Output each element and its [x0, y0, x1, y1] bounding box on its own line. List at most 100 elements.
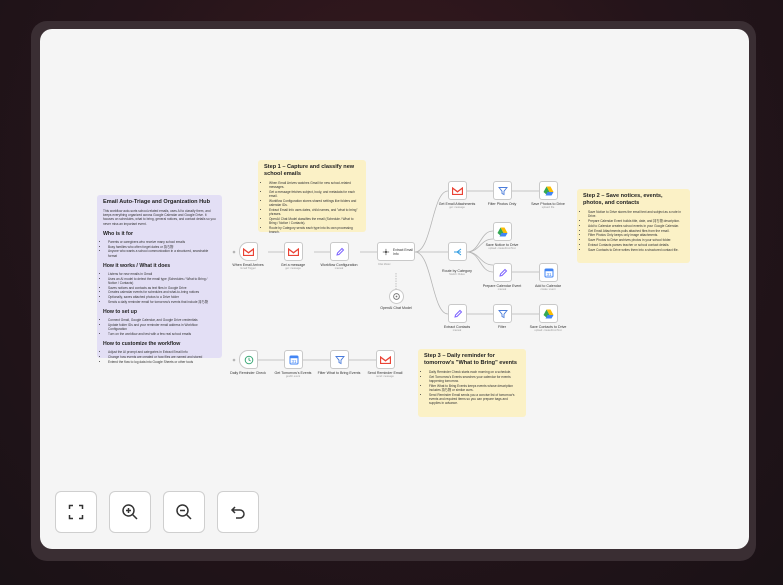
fit-view-button[interactable]: [55, 491, 97, 533]
list-item: Connect Gmail, Google Calendar, and Goog…: [108, 318, 216, 322]
list-item: OpenAI Chat Model classifies the email (…: [269, 217, 360, 225]
pencil-icon: [335, 247, 344, 256]
filter-icon: [497, 309, 508, 318]
label-extract-email-info: Extract Email Info: [392, 247, 413, 256]
label-save-notice-to-drive: Save Notice to Drive upload: createFromTe…: [485, 243, 519, 251]
label-route-by-category: Route by Category Switch: Rules: [442, 269, 472, 277]
pencil-icon: [453, 309, 462, 318]
list-item: Uses an AI model to detect the email typ…: [108, 277, 216, 285]
node-daily-reminder-check[interactable]: [239, 350, 258, 369]
list-item: Daily Reminder Check starts each morning…: [429, 370, 520, 374]
note-step2-title: Step 2 – Save notices, events, photos, a…: [583, 193, 663, 206]
note-how-title: How it works / What it does: [103, 262, 171, 269]
list-item: Send Reminder Email sends you a concise …: [429, 393, 520, 406]
label-filter: Filter: [498, 325, 506, 329]
openai-icon: [393, 293, 400, 300]
list-item: Get a message fetches subject, body, and…: [269, 190, 360, 198]
list-item: Save Contacts to Drive writes them into …: [588, 248, 684, 252]
label-get-email-attachments: Get Email Attachments get: message: [438, 202, 476, 210]
node-prepare-calendar-event[interactable]: [493, 263, 512, 282]
filter-icon: [334, 355, 345, 364]
note-setup-title: How to set up: [103, 309, 138, 316]
zoom-in-icon: [122, 504, 138, 520]
label-openai-chat-model: OpenAI Chat Model: [380, 306, 412, 310]
label-workflow-configuration: Workflow Configuration manual: [320, 263, 358, 271]
undo-icon: [230, 506, 245, 519]
list-item: Get Email Attachments pulls attached fil…: [588, 229, 684, 233]
node-openai-chat-model[interactable]: [389, 289, 404, 304]
label-prepare-calendar-event: Prepare Calendar Event manual: [482, 284, 522, 292]
label-filter-photos-only: Filter Photos Only: [487, 202, 517, 206]
node-when-email-arrives[interactable]: [239, 242, 258, 261]
list-item: Busy families who often forget dates or …: [108, 245, 216, 249]
list-item: Save Notice to Drive stores the email te…: [588, 210, 684, 218]
workflow-canvas[interactable]: Email Auto-Triage and Organization Hub T…: [40, 29, 749, 549]
label-save-contacts-to-drive: Save Contacts to Drive upload: createFrom…: [529, 325, 567, 333]
label-add-to-calendar: Add to Calendar create: event: [535, 284, 561, 292]
node-workflow-configuration[interactable]: [330, 242, 349, 261]
list-item: Turn on the workflow and test with a few…: [108, 332, 216, 336]
svg-text:31: 31: [546, 272, 552, 277]
list-item: Get Tomorrow's Events searches your cale…: [429, 375, 520, 383]
node-filter-what-to-bring[interactable]: [330, 350, 349, 369]
gmail-icon: [243, 247, 254, 256]
list-item: Filter Photos Only keeps only image atta…: [588, 233, 684, 237]
note-step3[interactable]: Step 3 – Daily reminder for tomorrow's "…: [418, 349, 526, 417]
note-step2[interactable]: Step 2 – Save notices, events, photos, a…: [577, 189, 690, 263]
label-filter-what-to-bring: Filter What to Bring Events: [317, 371, 361, 375]
label-extract-contacts: Extract Contacts manual: [443, 325, 471, 333]
node-filter-photos-only[interactable]: [493, 181, 512, 200]
note-step1[interactable]: Step 1 – Capture and classify new school…: [258, 160, 366, 234]
note-step3-title: Step 3 – Daily reminder for tomorrow's "…: [424, 353, 518, 366]
tag-chat-model: Chat Model: [378, 263, 391, 266]
filter-icon: [497, 186, 508, 195]
node-save-notice-to-drive[interactable]: [493, 222, 512, 241]
list-item: Update folder IDs and your reminder emai…: [108, 323, 216, 331]
pencil-icon: [498, 268, 507, 277]
list-item: Route by Category sends each type into i…: [269, 226, 360, 234]
label-get-tomorrows-events: Get Tomorrow's Events getAll: event: [274, 371, 312, 379]
list-item: Adjust the AI prompt and categories in E…: [108, 350, 216, 354]
list-item: Listens for new emails in Gmail: [108, 272, 216, 276]
node-get-tomorrows-events[interactable]: 31: [284, 350, 303, 369]
zoom-out-button[interactable]: [163, 491, 205, 533]
label-when-email-arrives: When Email Arrives Gmail Trigger: [232, 263, 264, 271]
node-extract-contacts[interactable]: [448, 304, 467, 323]
switch-icon: [453, 248, 461, 255]
list-item: Optionally, saves attached photos to a D…: [108, 295, 216, 299]
node-route-by-category[interactable]: [448, 242, 467, 261]
gmail-icon: [380, 355, 391, 364]
node-send-reminder-email[interactable]: [376, 350, 395, 369]
google-drive-icon: [497, 227, 508, 236]
google-drive-icon: [543, 186, 554, 195]
list-item: Prepare Calendar Event builds title, dat…: [588, 219, 684, 223]
note-intro[interactable]: Email Auto-Triage and Organization Hub T…: [97, 195, 222, 364]
note-step1-title: Step 1 – Capture and classify new school…: [264, 164, 355, 177]
node-filter[interactable]: [493, 304, 512, 323]
ai-agent-icon: [382, 248, 390, 255]
node-get-message[interactable]: [284, 242, 303, 261]
zoom-in-button[interactable]: [109, 491, 151, 533]
note-who-title: Who is it for: [103, 230, 133, 237]
gmail-icon: [288, 247, 299, 256]
list-item: Workflow Configuration stores shared set…: [269, 199, 360, 207]
node-get-email-attachments[interactable]: [448, 181, 467, 200]
undo-button[interactable]: [217, 491, 259, 533]
gmail-icon: [452, 186, 463, 195]
list-item: Extend the flow to log data into Google …: [108, 360, 216, 364]
list-item: Add to Calendar creates school events in…: [588, 224, 684, 228]
node-save-contacts-to-drive[interactable]: [539, 304, 558, 323]
svg-text:31: 31: [291, 359, 297, 364]
list-item: When Email Arrives watches Gmail for new…: [269, 181, 360, 189]
label-save-photos-to-drive: Save Photos to Drive upload: file: [531, 202, 565, 210]
list-item: Sends a daily reminder email for tomorro…: [108, 300, 216, 304]
label-send-reminder-email: Send Reminder Email send: message: [367, 371, 403, 379]
node-extract-email-info[interactable]: Extract Email Info: [377, 242, 415, 261]
list-item: Change how events are created or how fil…: [108, 355, 216, 359]
note-intro-title: Email Auto-Triage and Organization Hub: [103, 199, 211, 205]
node-add-to-calendar[interactable]: 31: [539, 263, 558, 282]
node-save-photos-to-drive[interactable]: [539, 181, 558, 200]
fit-view-icon: [68, 504, 84, 520]
google-calendar-icon: 31: [289, 355, 298, 364]
list-item: Save Photos to Drive archives photos in …: [588, 238, 684, 242]
